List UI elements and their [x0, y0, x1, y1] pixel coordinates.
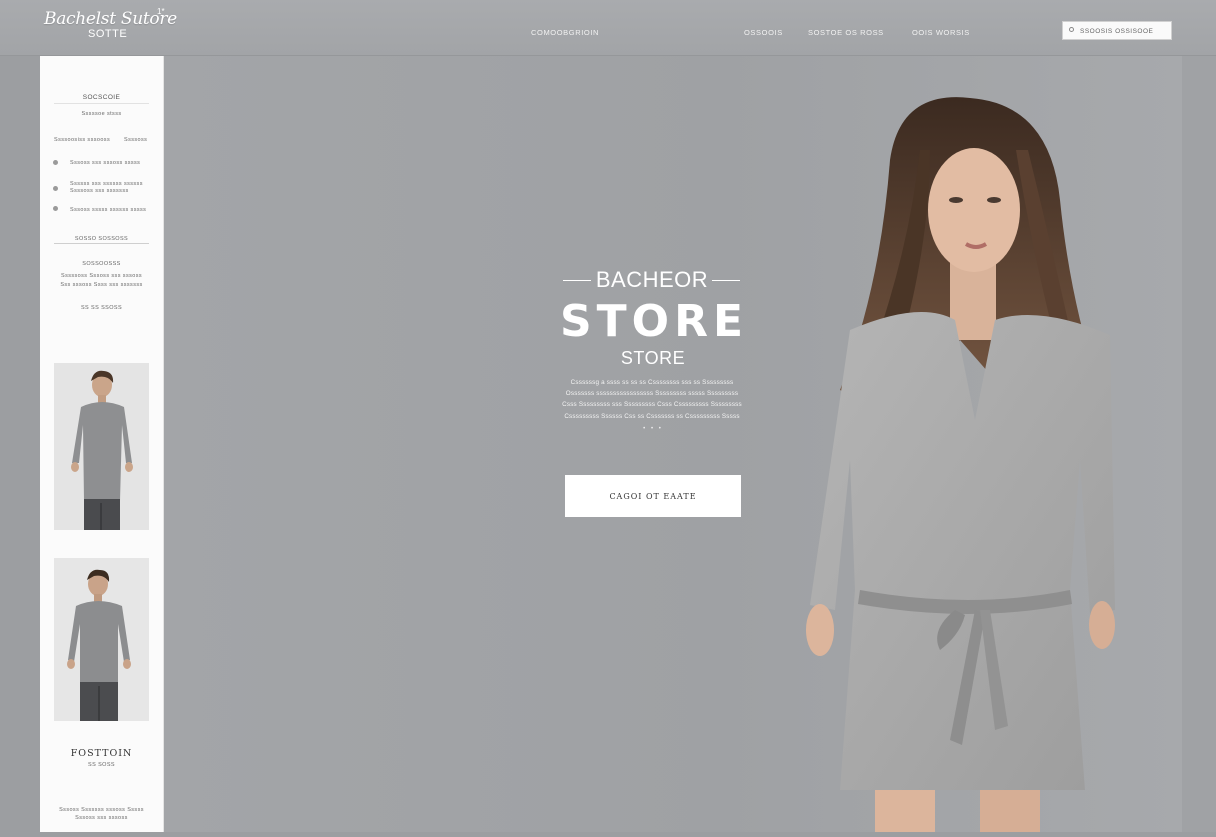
nav-link-3[interactable]: OOIS WORSIS: [912, 28, 970, 37]
section-text-1: Sssssoss Sssoss sss sssoss: [61, 273, 142, 279]
top-bar: Bachelst Sutore 1* SOTTE COMOOBGRIOIN OS…: [0, 0, 1216, 56]
female-model-image: [780, 90, 1150, 832]
hero-title: STORE: [559, 296, 749, 347]
sidebar-footer-sub: SS SOSS: [88, 762, 115, 768]
shop-now-button[interactable]: CAGOI OT EAATE: [565, 475, 741, 517]
search-icon: [1069, 27, 1074, 32]
search-input[interactable]: [1080, 25, 1168, 37]
male-model-image: [54, 558, 149, 721]
sidebar-footer-title: FOSTTOIN: [70, 748, 133, 759]
male-model-image: [54, 363, 149, 530]
radio-icon[interactable]: [53, 206, 58, 211]
nav-link-1[interactable]: OSSOOIS: [744, 28, 783, 37]
section-divider: [54, 243, 149, 244]
sidebar: SOCSCOIE Sssssoe stsss Ssssoosiss sssoos…: [40, 56, 164, 832]
filter-value[interactable]: Ssssoss: [124, 137, 147, 143]
sidebar-header: SOCSCOIE: [82, 94, 121, 101]
nav-link-collection[interactable]: COMOOBGRIOIN: [531, 28, 599, 37]
sidebar-header-sub: Sssssoe stsss: [81, 111, 122, 117]
sidebar-footer-text-1: Sssoss Sssssss sssoss Sssss: [59, 807, 144, 813]
filter-option-1[interactable]: Sssoss sss sssoss sssss: [70, 160, 140, 166]
hero-copy-line: Osssssss sssssssssssssssss Sssssssss sss…: [565, 390, 739, 398]
search-box[interactable]: [1062, 21, 1172, 40]
section-more-link[interactable]: SS SS SSOSS: [40, 305, 163, 311]
product-thumbnail[interactable]: [54, 363, 149, 530]
hero-copy-line: Cssssssg a ssss ss ss ss Cssssssss sss s…: [570, 379, 734, 386]
section-text-2: Sss sssoss Ssss sss sssssss: [60, 282, 143, 288]
logo-subtitle: SOTTE: [88, 28, 128, 40]
filter-option-3[interactable]: Sssoss sssss ssssss sssss: [70, 207, 146, 213]
nav-link-2[interactable]: SOSTOE OS ROSS: [808, 28, 884, 37]
store-logo[interactable]: Bachelst Sutore 1* SOTTE: [44, 7, 177, 45]
hero-subtitle: STORE: [620, 348, 686, 368]
kicker-rule-right: [712, 280, 740, 281]
section-title: SOSSO SOSSOSS: [74, 236, 129, 242]
radio-icon[interactable]: [53, 186, 58, 191]
filter-option-2[interactable]: Ssssss sss ssssss ssssss: [70, 181, 143, 187]
hero-edge: [1182, 56, 1216, 832]
hero-copy-line: Csss Sssssssss sss Sssssssss Csss Csssss…: [562, 401, 742, 409]
model-illustration: [806, 97, 1115, 832]
sidebar-divider: [54, 103, 149, 104]
sidebar-footer-text-2: Sssoss sss sssoss: [75, 815, 128, 821]
logo-trademark: 1*: [157, 7, 165, 16]
hero-copy-line: Csssssssss Ssssss Css ss Csssssss ss Css…: [564, 412, 740, 420]
filter-label: Ssssoosiss sssooss: [54, 137, 111, 143]
section-label: SOSSOOSSS: [82, 261, 121, 267]
carousel-dots[interactable]: • • •: [560, 426, 746, 432]
product-thumbnail[interactable]: [54, 558, 149, 721]
filter-option-2-detail: Ssssoss sss sssssss: [70, 188, 129, 194]
radio-icon[interactable]: [53, 160, 58, 165]
hero-description: Cssssssg a ssss ss ss ss Cssssssss sss s…: [556, 377, 748, 422]
